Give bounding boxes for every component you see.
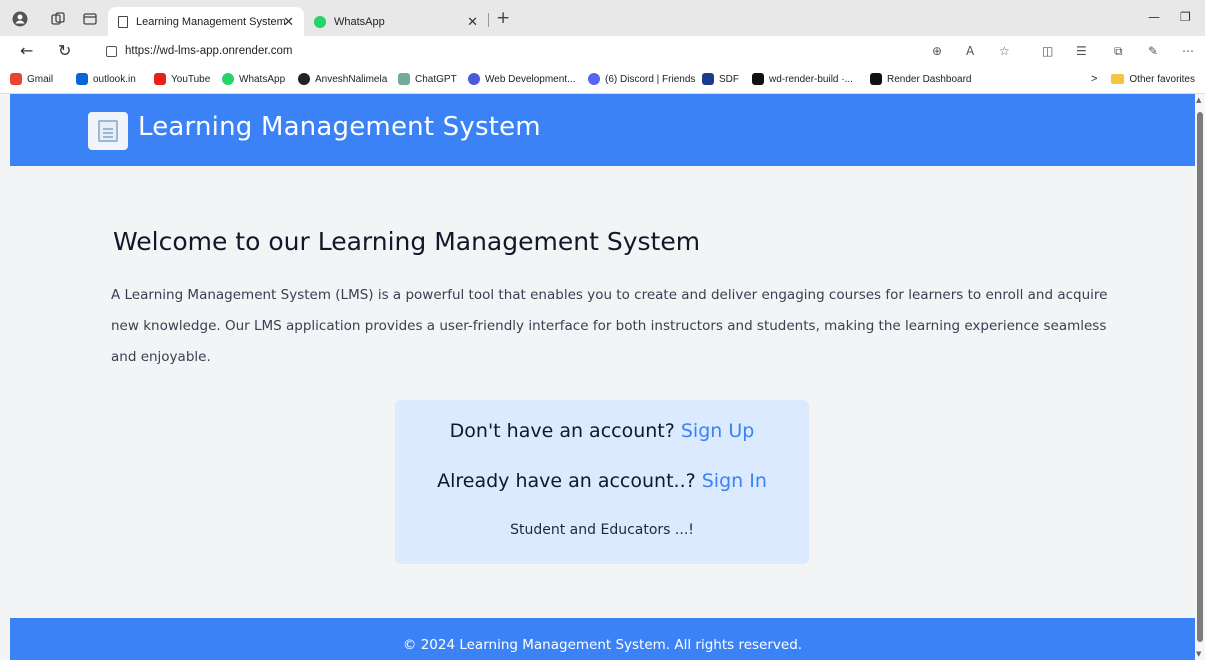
favorite-star-icon[interactable]: ☆ — [999, 44, 1010, 58]
bookmark-chatgpt[interactable]: ChatGPT — [398, 73, 457, 85]
workspaces-icon[interactable] — [48, 9, 68, 29]
bookmark-label: ChatGPT — [415, 73, 457, 85]
bookmark-render-dashboard[interactable]: Render Dashboard — [870, 73, 972, 85]
render-icon — [870, 73, 882, 85]
tab-divider — [488, 13, 489, 27]
signin-row: Already have an account..? Sign In — [395, 470, 809, 492]
bookmark-label: YouTube — [171, 73, 211, 85]
signup-row: Don't have an account? Sign Up — [395, 420, 809, 442]
bookmark-discord[interactable]: (6) Discord | Friends — [588, 73, 695, 85]
bookmark-label: wd-render-build ·... — [769, 73, 853, 85]
site-footer: © 2024 Learning Management System. All r… — [10, 618, 1195, 660]
bookmark-label: SDF — [719, 73, 739, 85]
bookmarks-bar: Gmail outlook.in YouTube WhatsApp Anvesh… — [0, 66, 1205, 94]
gmail-icon — [10, 73, 22, 85]
welcome-heading: Welcome to our Learning Management Syste… — [113, 227, 701, 256]
more-menu-icon[interactable]: ⋯ — [1182, 44, 1194, 58]
bookmark-sdf[interactable]: SDF — [702, 73, 739, 85]
split-screen-icon[interactable]: ◫ — [1042, 44, 1053, 58]
whatsapp-icon — [222, 73, 234, 85]
site-header: Learning Management System — [10, 94, 1195, 166]
bookmark-label: Render Dashboard — [887, 73, 972, 85]
render-icon — [752, 73, 764, 85]
intro-paragraph: A Learning Management System (LMS) is a … — [111, 287, 1108, 365]
auth-card: Don't have an account? Sign Up Already h… — [395, 400, 809, 564]
outlook-icon — [76, 73, 88, 85]
web-dev-icon — [468, 73, 480, 85]
tab-label: Learning Management System — [136, 15, 286, 28]
bookmark-label: outlook.in — [93, 73, 136, 85]
bookmark-label: Gmail — [27, 73, 54, 85]
page-icon — [118, 15, 128, 28]
close-tab-icon[interactable]: ✕ — [467, 14, 478, 30]
sign-up-link[interactable]: Sign Up — [681, 420, 754, 442]
auth-note: Student and Educators ...! — [510, 522, 694, 538]
tab-label: WhatsApp — [334, 15, 385, 28]
favorites-icon[interactable]: ☰ — [1076, 44, 1087, 58]
github-icon — [298, 73, 310, 85]
close-tab-icon[interactable]: ✕ — [283, 14, 294, 30]
tab-whatsapp[interactable]: WhatsApp ✕ — [304, 7, 488, 36]
scroll-down-icon[interactable]: ▼ — [1196, 650, 1201, 658]
address-bar-row: ← ↻ https://wd-lms-app.onrender.com ⊕ A … — [0, 36, 1205, 66]
footer-text: © 2024 Learning Management System. All r… — [402, 637, 803, 653]
scrollbar-thumb[interactable] — [1197, 112, 1203, 642]
chevron-right-icon[interactable]: > — [1091, 73, 1097, 85]
profile-icon[interactable] — [10, 9, 30, 29]
tab-learning-management-system[interactable]: Learning Management System ✕ — [108, 7, 304, 36]
sign-in-link[interactable]: Sign In — [702, 470, 767, 492]
back-arrow-icon[interactable]: ← — [20, 41, 33, 60]
site-info-icon[interactable] — [106, 45, 117, 57]
new-tab-button[interactable]: + — [496, 10, 510, 27]
url-text: https://wd-lms-app.onrender.com — [125, 45, 293, 57]
folder-icon — [1111, 74, 1125, 84]
bookmark-anveshnalimela[interactable]: AnveshNalimela — [298, 73, 387, 85]
collections-icon[interactable]: ⧉ — [1114, 44, 1123, 59]
address-bar[interactable]: https://wd-lms-app.onrender.com — [92, 40, 962, 62]
zoom-icon[interactable]: ⊕ — [932, 44, 942, 58]
signup-prompt: Don't have an account? — [449, 420, 675, 442]
refresh-icon[interactable]: ↻ — [58, 41, 71, 60]
page-scrollbar[interactable]: ▲ ▼ — [1195, 94, 1205, 660]
restore-icon[interactable]: ❐ — [1180, 10, 1191, 24]
vertical-tabs-icon[interactable] — [80, 9, 100, 29]
bookmark-label: WhatsApp — [239, 73, 286, 85]
extensions-icon[interactable]: ✎ — [1148, 44, 1158, 58]
bookmark-youtube[interactable]: YouTube — [154, 73, 210, 85]
browser-tab-bar: Learning Management System ✕ WhatsApp ✕ … — [0, 0, 1205, 36]
web-page: Learning Management System Welcome to ou… — [10, 94, 1195, 660]
bookmark-label: AnveshNalimela — [315, 73, 388, 85]
bookmark-gmail[interactable]: Gmail — [10, 73, 53, 85]
bookmark-web-development[interactable]: Web Development... — [468, 73, 575, 85]
site-title: Learning Management System — [138, 112, 541, 142]
signin-prompt: Already have an account..? — [437, 470, 696, 492]
bookmark-outlook[interactable]: outlook.in — [76, 73, 136, 85]
whatsapp-icon — [314, 15, 326, 28]
other-favorites[interactable]: > Other favorites — [1091, 73, 1195, 85]
bookmark-whatsapp[interactable]: WhatsApp — [222, 73, 285, 85]
other-favorites-label: Other favorites — [1129, 73, 1195, 85]
lms-logo-icon — [88, 112, 128, 150]
chatgpt-icon — [398, 73, 410, 85]
read-aloud-icon[interactable]: A — [966, 44, 974, 58]
bookmark-label: Web Development... — [485, 73, 576, 85]
bookmark-wd-render-build[interactable]: wd-render-build ·... — [752, 73, 853, 85]
scroll-up-icon[interactable]: ▲ — [1196, 96, 1201, 104]
minimize-icon[interactable]: — — [1148, 10, 1160, 24]
youtube-icon — [154, 73, 166, 85]
discord-icon — [588, 73, 600, 85]
bookmark-label: (6) Discord | Friends — [605, 73, 696, 85]
sdf-icon — [702, 73, 714, 85]
